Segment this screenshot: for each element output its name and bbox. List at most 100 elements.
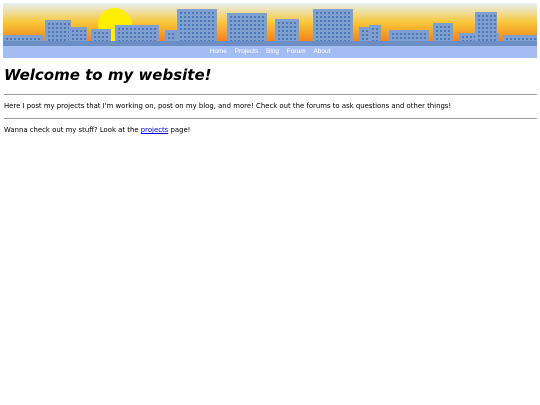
nav-link-forum[interactable]: Forum: [287, 48, 306, 55]
building-window: [328, 28, 330, 30]
building-window: [200, 32, 202, 34]
building-window: [344, 36, 346, 38]
building-window: [60, 27, 62, 29]
cta-text-before: Wanna check out my stuff? Look at the: [4, 126, 141, 134]
building-window: [290, 30, 292, 32]
building-window: [490, 19, 492, 21]
building-window: [56, 27, 58, 29]
building-window: [30, 38, 32, 40]
building-window: [324, 32, 326, 34]
building-window: [328, 24, 330, 26]
building-window: [138, 32, 140, 34]
building-window: [366, 30, 368, 32]
building-window: [18, 38, 20, 40]
building-window: [320, 36, 322, 38]
building-window: [478, 31, 480, 33]
building-window: [56, 31, 58, 33]
building-window: [440, 30, 442, 32]
building-window: [328, 12, 330, 14]
building-window: [192, 12, 194, 14]
building-window: [168, 33, 170, 35]
nav-link-projects[interactable]: Projects: [235, 48, 258, 55]
building-window: [400, 33, 402, 35]
building-window: [534, 38, 536, 40]
building-window: [180, 12, 182, 14]
nav-link-blog[interactable]: Blog: [266, 48, 279, 55]
building-window: [188, 24, 190, 26]
building-window: [6, 38, 8, 40]
building-window: [192, 28, 194, 30]
building-window: [246, 36, 248, 38]
building-window: [234, 24, 236, 26]
building-window: [486, 39, 488, 41]
building-window: [80, 30, 82, 32]
building-window: [494, 31, 496, 33]
building-window: [254, 32, 256, 34]
building-window: [188, 16, 190, 18]
building-window: [52, 39, 54, 41]
building-window: [154, 28, 156, 30]
building-window: [462, 36, 464, 38]
building-window: [376, 32, 378, 34]
building-window: [372, 28, 374, 30]
projects-link[interactable]: projects: [141, 126, 169, 134]
building-window: [396, 37, 398, 39]
building-window: [486, 31, 488, 33]
building-window: [234, 16, 236, 18]
building-window: [196, 12, 198, 14]
building-window: [392, 33, 394, 35]
building-window: [196, 24, 198, 26]
building-window: [150, 28, 152, 30]
building-window: [196, 20, 198, 22]
building-window: [126, 32, 128, 34]
building-window: [376, 28, 378, 30]
building-window: [436, 26, 438, 28]
building-window: [258, 32, 260, 34]
building-window: [254, 28, 256, 30]
building-window: [250, 32, 252, 34]
nav-link-about[interactable]: About: [313, 48, 330, 55]
building-window: [254, 24, 256, 26]
building-window: [444, 34, 446, 36]
building-window: [340, 20, 342, 22]
building-window: [212, 28, 214, 30]
building-window: [324, 12, 326, 14]
nav-link-home[interactable]: Home: [210, 48, 227, 55]
building-window: [494, 19, 496, 21]
building-window: [118, 36, 120, 38]
building-window: [98, 36, 100, 38]
building-window: [246, 20, 248, 22]
building-window: [340, 24, 342, 26]
building-window: [246, 16, 248, 18]
building-window: [60, 39, 62, 41]
building-window: [444, 38, 446, 40]
building-window: [470, 36, 472, 38]
building-window: [242, 36, 244, 38]
building-window: [72, 38, 74, 40]
building-window: [444, 26, 446, 28]
building-window: [482, 39, 484, 41]
building-window: [328, 32, 330, 34]
building-window: [340, 16, 342, 18]
building-window: [494, 39, 496, 41]
building-window: [316, 16, 318, 18]
building-window: [336, 20, 338, 22]
building-window: [290, 22, 292, 24]
building-window: [22, 38, 24, 40]
building-window: [332, 36, 334, 38]
building-window: [420, 37, 422, 39]
building-window: [230, 28, 232, 30]
building-window: [68, 23, 70, 25]
building-window: [320, 12, 322, 14]
building-window: [212, 24, 214, 26]
building-window: [490, 27, 492, 29]
building-window: [348, 24, 350, 26]
building-window: [482, 35, 484, 37]
building-window: [208, 36, 210, 38]
building-window: [482, 23, 484, 25]
building-window: [340, 12, 342, 14]
building-window: [64, 23, 66, 25]
building-window: [494, 15, 496, 17]
building-window: [258, 28, 260, 30]
building-window: [324, 28, 326, 30]
